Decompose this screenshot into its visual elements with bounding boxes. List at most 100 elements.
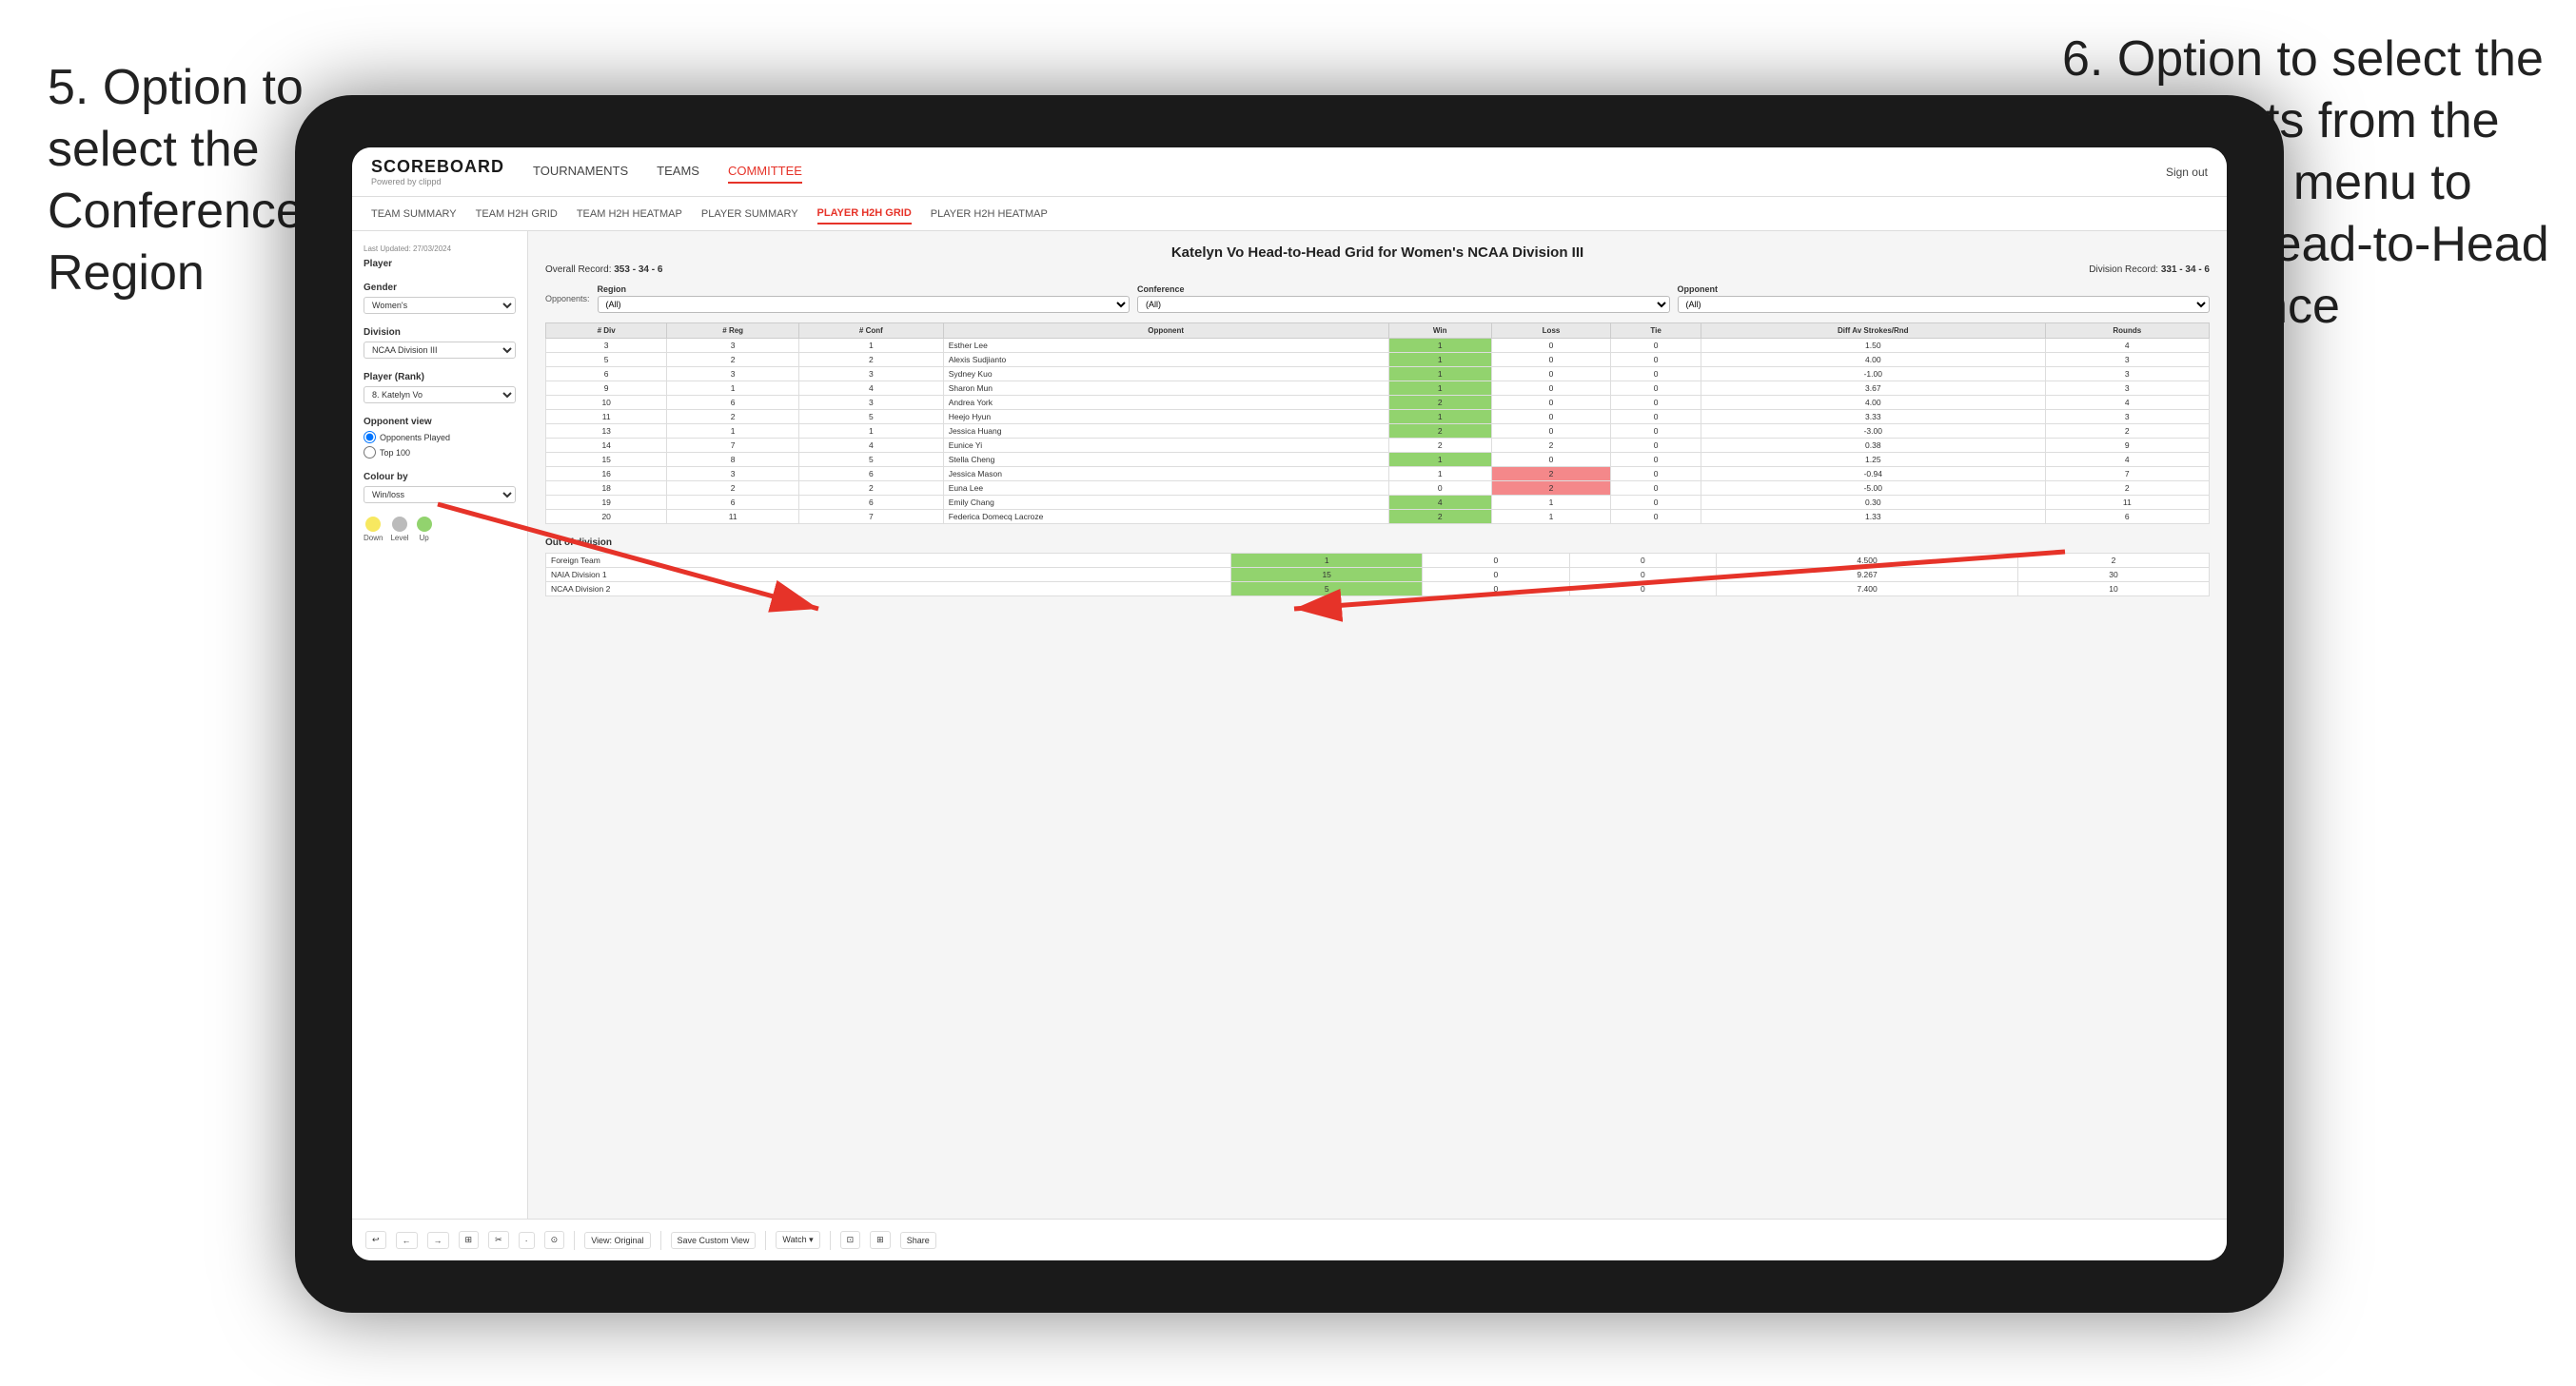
filter-opponent-select[interactable]: (All) [1678, 296, 2210, 313]
table-row: 10 6 3 Andrea York 2 0 0 4.00 4 [546, 396, 2210, 410]
cell-diff: 1.50 [1701, 339, 2046, 353]
toolbar-view-original[interactable]: View: Original [584, 1232, 650, 1249]
subnav-player-h2h-grid[interactable]: PLAYER H2H GRID [817, 204, 912, 224]
cell-tie: 0 [1611, 381, 1701, 396]
col-tie: Tie [1611, 323, 1701, 339]
filter-region-section: Region (All) [598, 284, 1130, 313]
out-div-win: 15 [1231, 568, 1423, 582]
col-loss: Loss [1491, 323, 1610, 339]
toolbar-icon2[interactable]: ⊞ [870, 1231, 891, 1249]
cell-tie: 0 [1611, 367, 1701, 381]
cell-win: 0 [1388, 481, 1491, 496]
cell-name: Jessica Huang [943, 424, 1388, 439]
cell-loss: 1 [1491, 510, 1610, 524]
toolbar-dot[interactable]: · [519, 1232, 535, 1249]
sidebar-gender-label: Gender [364, 283, 516, 293]
cell-win: 1 [1388, 367, 1491, 381]
cell-diff: 3.67 [1701, 381, 2046, 396]
toolbar-undo[interactable]: ↩ [365, 1231, 386, 1249]
table-row: 16 3 6 Jessica Mason 1 2 0 -0.94 7 [546, 467, 2210, 481]
nav-committee[interactable]: COMMITTEE [728, 160, 802, 184]
filter-conference-select[interactable]: (All) [1137, 296, 1669, 313]
sidebar-gender-select[interactable]: Women's [364, 297, 516, 314]
sidebar-player-rank-label: Player (Rank) [364, 372, 516, 382]
cell-reg: 2 [667, 481, 799, 496]
table-row: 14 7 4 Eunice Yi 2 2 0 0.38 9 [546, 439, 2210, 453]
toolbar-grid[interactable]: ⊞ [459, 1231, 480, 1249]
toolbar-icon1[interactable]: ⊡ [840, 1231, 861, 1249]
cell-rounds: 3 [2045, 367, 2209, 381]
out-div-loss: 0 [1423, 554, 1569, 568]
nav-teams[interactable]: TEAMS [657, 160, 699, 184]
filter-conference-label: Conference [1137, 284, 1669, 294]
cell-name: Alexis Sudjianto [943, 353, 1388, 367]
radio-opponents-played[interactable]: Opponents Played [364, 431, 516, 443]
table-row: 18 2 2 Euna Lee 0 2 0 -5.00 2 [546, 481, 2210, 496]
subnav-team-h2h-grid[interactable]: TEAM H2H GRID [476, 205, 558, 224]
cell-tie: 0 [1611, 510, 1701, 524]
toolbar-watch[interactable]: Watch ▾ [776, 1231, 819, 1249]
cell-name: Esther Lee [943, 339, 1388, 353]
legend-level-label: Level [390, 534, 408, 542]
legend-up-dot [417, 517, 432, 532]
cell-reg: 3 [667, 339, 799, 353]
cell-conf: 3 [798, 396, 943, 410]
sidebar-opponent-view-section: Opponent view Opponents Played Top 100 [364, 417, 516, 459]
out-div-diff: 7.400 [1717, 582, 2018, 596]
cell-conf: 3 [798, 367, 943, 381]
cell-tie: 0 [1611, 496, 1701, 510]
subnav-player-h2h-heatmap[interactable]: PLAYER H2H HEATMAP [931, 205, 1048, 224]
col-div: # Div [546, 323, 667, 339]
legend-up: Up [417, 517, 432, 542]
cell-loss: 0 [1491, 396, 1610, 410]
cell-tie: 0 [1611, 481, 1701, 496]
table-row: 3 3 1 Esther Lee 1 0 0 1.50 4 [546, 339, 2210, 353]
logo-area: SCOREBOARD Powered by clippd [371, 157, 504, 186]
sidebar-player-label: Player [364, 259, 516, 269]
nav-tournaments[interactable]: TOURNAMENTS [533, 160, 628, 184]
toolbar-cut[interactable]: ✂ [488, 1231, 509, 1249]
subnav-team-h2h-heatmap[interactable]: TEAM H2H HEATMAP [577, 205, 682, 224]
cell-div: 10 [546, 396, 667, 410]
cell-loss: 0 [1491, 410, 1610, 424]
sidebar-division-select[interactable]: NCAA Division III [364, 342, 516, 359]
out-div-row: NCAA Division 2 5 0 0 7.400 10 [546, 582, 2210, 596]
records-row: Overall Record: 353 - 34 - 6 Division Re… [545, 264, 2210, 275]
sidebar-colour-by-section: Colour by Win/loss [364, 472, 516, 503]
subnav-player-summary[interactable]: PLAYER SUMMARY [701, 205, 798, 224]
cell-loss: 0 [1491, 424, 1610, 439]
filter-region-select[interactable]: (All) [598, 296, 1130, 313]
legend-down-dot [365, 517, 381, 532]
cell-win: 2 [1388, 424, 1491, 439]
filter-opponent-section: Opponent (All) [1678, 284, 2210, 313]
toolbar-share[interactable]: Share [900, 1232, 936, 1249]
radio-top100[interactable]: Top 100 [364, 446, 516, 459]
toolbar-save-custom[interactable]: Save Custom View [671, 1232, 757, 1249]
cell-rounds: 6 [2045, 510, 2209, 524]
col-diff: Diff Av Strokes/Rnd [1701, 323, 2046, 339]
toolbar-circle[interactable]: ⊙ [544, 1231, 565, 1249]
cell-tie: 0 [1611, 439, 1701, 453]
cell-loss: 0 [1491, 353, 1610, 367]
cell-name: Sharon Mun [943, 381, 1388, 396]
cell-name: Federica Domecq Lacroze [943, 510, 1388, 524]
cell-reg: 7 [667, 439, 799, 453]
cell-name: Jessica Mason [943, 467, 1388, 481]
cell-rounds: 4 [2045, 339, 2209, 353]
sidebar-colour-by-select[interactable]: Win/loss [364, 486, 516, 503]
cell-rounds: 9 [2045, 439, 2209, 453]
cell-conf: 4 [798, 381, 943, 396]
tablet-shell: SCOREBOARD Powered by clippd TOURNAMENTS… [295, 95, 2284, 1313]
sidebar-player-rank-select[interactable]: 8. Katelyn Vo [364, 386, 516, 403]
last-updated: Last Updated: 27/03/2024 [364, 244, 516, 253]
sign-out-button[interactable]: Sign out [2166, 166, 2208, 179]
cell-loss: 0 [1491, 453, 1610, 467]
toolbar-forward[interactable]: → [427, 1232, 449, 1249]
cell-rounds: 3 [2045, 410, 2209, 424]
toolbar-back[interactable]: ← [396, 1232, 418, 1249]
main-table: # Div # Reg # Conf Opponent Win Loss Tie… [545, 322, 2210, 524]
opponents-label: Opponents: [545, 294, 590, 303]
subnav-team-summary[interactable]: TEAM SUMMARY [371, 205, 457, 224]
legend-up-label: Up [419, 534, 428, 542]
cell-win: 1 [1388, 467, 1491, 481]
